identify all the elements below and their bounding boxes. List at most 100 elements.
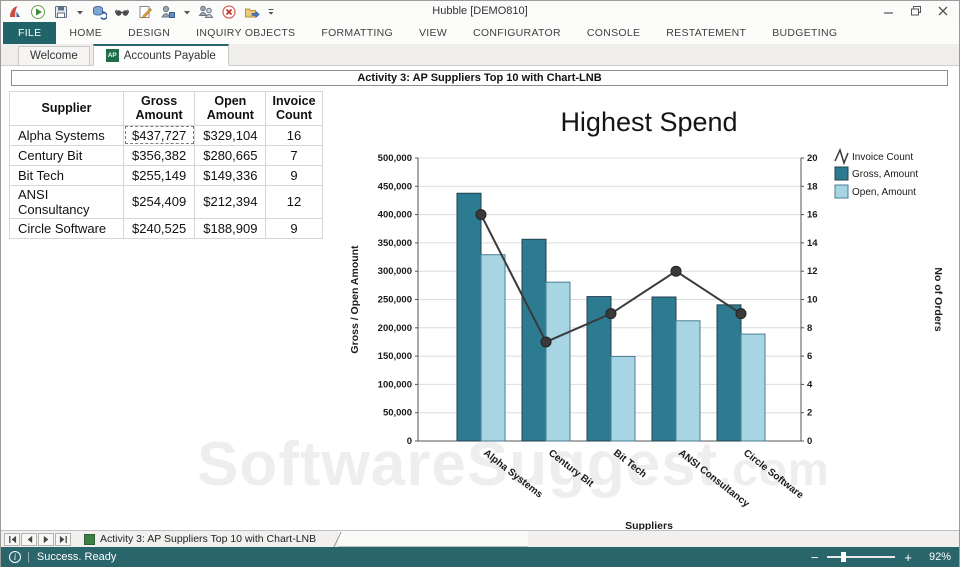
svg-text:0: 0 [407, 436, 412, 447]
col-supplier[interactable]: Supplier [10, 92, 124, 126]
zoom-slider-handle[interactable] [841, 552, 846, 562]
chart-title: Highest Spend [560, 107, 737, 137]
svg-text:0: 0 [807, 436, 812, 447]
svg-text:2: 2 [807, 408, 812, 419]
database-refresh-icon[interactable] [91, 4, 107, 20]
title-bar: Hubble [DEMO810] [1, 1, 959, 22]
svg-text:150,000: 150,000 [378, 351, 412, 362]
cell-gross[interactable]: $254,409 [124, 185, 195, 218]
ribbon-tab-design[interactable]: DESIGN [115, 22, 183, 44]
cell-open[interactable]: $329,104 [195, 125, 266, 145]
svg-text:16: 16 [807, 210, 818, 221]
status-separator: | [27, 551, 30, 563]
cell-supplier[interactable]: ANSI Consultancy [10, 185, 124, 218]
user-settings-dropdown-icon[interactable] [183, 4, 191, 20]
svg-text:400,000: 400,000 [378, 210, 412, 221]
svg-text:250,000: 250,000 [378, 295, 412, 306]
last-sheet-button[interactable] [55, 533, 71, 546]
table-row: Alpha Systems $437,727 $329,104 16 [10, 125, 323, 145]
svg-text:No of Orders: No of Orders [932, 267, 944, 331]
cell-supplier[interactable]: Alpha Systems [10, 125, 124, 145]
zoom-slider[interactable] [827, 556, 895, 558]
svg-text:8: 8 [807, 323, 812, 334]
table-header-row: Supplier GrossAmount OpenAmount InvoiceC… [10, 92, 323, 126]
cell-open[interactable]: $149,336 [195, 165, 266, 185]
ribbon-tab-restatement[interactable]: RESTATEMENT [653, 22, 759, 44]
save-dropdown-icon[interactable] [76, 4, 84, 20]
svg-text:100,000: 100,000 [378, 379, 412, 390]
minimize-button[interactable] [875, 1, 902, 21]
col-gross-amount[interactable]: GrossAmount [124, 92, 195, 126]
supplier-table: Supplier GrossAmount OpenAmount InvoiceC… [9, 91, 323, 239]
svg-text:20: 20 [807, 153, 818, 164]
cell-count[interactable]: 16 [266, 125, 322, 145]
tab-accounts-payable[interactable]: AP Accounts Payable [93, 44, 229, 66]
first-sheet-button[interactable] [4, 533, 20, 546]
export-folder-icon[interactable] [244, 4, 260, 20]
table-row: Century Bit $356,382 $280,665 7 [10, 145, 323, 165]
cell-gross[interactable]: $240,525 [124, 218, 195, 238]
user-settings-icon[interactable] [160, 4, 176, 20]
users-transfer-icon[interactable] [198, 4, 214, 20]
toolbar-options-icon[interactable] [267, 4, 275, 20]
cell-gross-selected[interactable]: $437,727 [124, 125, 195, 145]
ribbon-tab-view[interactable]: VIEW [406, 22, 460, 44]
col-invoice-count[interactable]: InvoiceCount [266, 92, 322, 126]
cell-open[interactable]: $280,665 [195, 145, 266, 165]
cell-count[interactable]: 9 [266, 218, 322, 238]
next-sheet-button[interactable] [38, 533, 54, 546]
tab-welcome-label: Welcome [30, 50, 78, 62]
cell-supplier[interactable]: Bit Tech [10, 165, 124, 185]
quick-access-toolbar [7, 4, 275, 20]
sheet-tab-activity3[interactable]: Activity 3: AP Suppliers Top 10 with Cha… [80, 531, 320, 547]
cell-count[interactable]: 12 [266, 185, 322, 218]
svg-text:Invoice Count: Invoice Count [852, 152, 913, 163]
stop-icon[interactable] [221, 4, 237, 20]
cell-open[interactable]: $212,394 [195, 185, 266, 218]
cell-open[interactable]: $188,909 [195, 218, 266, 238]
run-icon[interactable] [30, 4, 46, 20]
col-open-amount[interactable]: OpenAmount [195, 92, 266, 126]
cell-gross[interactable]: $255,149 [124, 165, 195, 185]
cell-supplier[interactable]: Circle Software [10, 218, 124, 238]
ribbon-tab-home[interactable]: HOME [56, 22, 115, 44]
spend-chart-canvas: 050,000100,000150,000200,000250,000300,0… [339, 88, 959, 530]
ribbon-tab-inquiry-objects[interactable]: INQUIRY OBJECTS [183, 22, 308, 44]
ribbon-tab-configurator[interactable]: CONFIGURATOR [460, 22, 574, 44]
svg-text:450,000: 450,000 [378, 181, 412, 192]
restore-button[interactable] [902, 1, 929, 21]
zoom-in-button[interactable]: + [904, 551, 912, 564]
table-row: ANSI Consultancy $254,409 $212,394 12 [10, 185, 323, 218]
prev-sheet-button[interactable] [21, 533, 37, 546]
close-button[interactable] [929, 1, 956, 21]
edit-document-icon[interactable] [137, 4, 153, 20]
status-message: Success. Ready [37, 551, 116, 563]
ribbon-tab-formatting[interactable]: FORMATTING [308, 22, 406, 44]
sheet-icon [84, 534, 95, 545]
svg-text:350,000: 350,000 [378, 238, 412, 249]
ribbon-tab-console[interactable]: CONSOLE [574, 22, 653, 44]
preview-glasses-icon[interactable] [114, 4, 130, 20]
cell-count[interactable]: 7 [266, 145, 322, 165]
cell-supplier[interactable]: Century Bit [10, 145, 124, 165]
ribbon-tab-file[interactable]: FILE [3, 22, 56, 44]
svg-text:4: 4 [807, 379, 813, 390]
svg-text:50,000: 50,000 [383, 408, 412, 419]
svg-text:Alpha Systems: Alpha Systems [481, 448, 545, 501]
tab-welcome[interactable]: Welcome [18, 46, 90, 65]
table-row: Circle Software $240,525 $188,909 9 [10, 218, 323, 238]
spend-chart[interactable]: 050,000100,000150,000200,000250,000300,0… [339, 88, 959, 530]
svg-text:10: 10 [807, 295, 818, 306]
accounts-payable-icon: AP [106, 49, 119, 62]
svg-text:200,000: 200,000 [378, 323, 412, 334]
cell-count[interactable]: 9 [266, 165, 322, 185]
tab-accounts-payable-label: Accounts Payable [124, 50, 216, 62]
ribbon-tab-bar: FILE HOME DESIGN INQUIRY OBJECTS FORMATT… [1, 22, 959, 44]
chart-xlabel: Suppliers [625, 520, 673, 530]
zoom-out-button[interactable]: − [811, 551, 819, 564]
save-icon[interactable] [53, 4, 69, 20]
cell-gross[interactable]: $356,382 [124, 145, 195, 165]
ribbon-tab-budgeting[interactable]: BUDGETING [759, 22, 850, 44]
hubble-window: Hubble [DEMO810] FILE HOME DESIGN INQUIR… [0, 0, 960, 567]
svg-text:Gross / Open Amount: Gross / Open Amount [349, 245, 361, 354]
